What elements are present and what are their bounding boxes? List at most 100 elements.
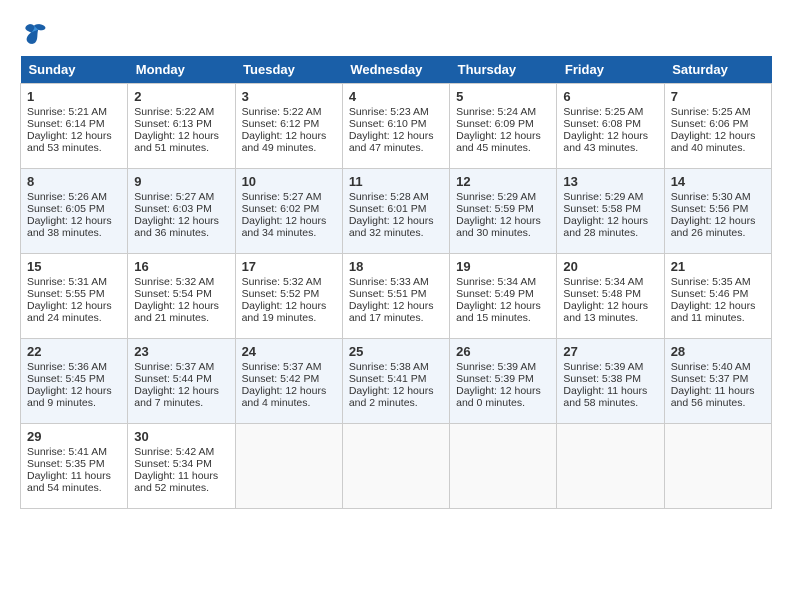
header-row: SundayMondayTuesdayWednesdayThursdayFrid… — [21, 56, 772, 84]
day-number: 1 — [27, 89, 121, 104]
calendar-cell: 1 Sunrise: 5:21 AM Sunset: 6:14 PM Dayli… — [21, 84, 128, 169]
sunset-text: Sunset: 6:01 PM — [349, 203, 427, 215]
sunset-text: Sunset: 6:12 PM — [242, 118, 320, 130]
daylight-label: Daylight: 11 hours and 56 minutes. — [671, 385, 755, 409]
daylight-label: Daylight: 12 hours and 13 minutes. — [563, 300, 648, 324]
calendar-cell: 26 Sunrise: 5:39 AM Sunset: 5:39 PM Dayl… — [450, 339, 557, 424]
day-number: 20 — [563, 259, 657, 274]
calendar-cell: 7 Sunrise: 5:25 AM Sunset: 6:06 PM Dayli… — [664, 84, 771, 169]
day-number: 13 — [563, 174, 657, 189]
daylight-label: Daylight: 12 hours and 26 minutes. — [671, 215, 756, 239]
calendar-cell: 30 Sunrise: 5:42 AM Sunset: 5:34 PM Dayl… — [128, 424, 235, 509]
day-number: 11 — [349, 174, 443, 189]
sunrise-text: Sunrise: 5:41 AM — [27, 446, 107, 458]
sunset-text: Sunset: 6:03 PM — [134, 203, 212, 215]
daylight-label: Daylight: 12 hours and 36 minutes. — [134, 215, 219, 239]
day-number: 5 — [456, 89, 550, 104]
page-header — [20, 20, 772, 48]
daylight-label: Daylight: 12 hours and 53 minutes. — [27, 130, 112, 154]
daylight-label: Daylight: 11 hours and 54 minutes. — [27, 470, 111, 494]
logo — [20, 20, 52, 48]
week-row-1: 1 Sunrise: 5:21 AM Sunset: 6:14 PM Dayli… — [21, 84, 772, 169]
daylight-label: Daylight: 12 hours and 40 minutes. — [671, 130, 756, 154]
sunrise-text: Sunrise: 5:25 AM — [563, 106, 643, 118]
sunset-text: Sunset: 6:06 PM — [671, 118, 749, 130]
calendar-cell — [557, 424, 664, 509]
sunset-text: Sunset: 5:44 PM — [134, 373, 212, 385]
sunset-text: Sunset: 6:14 PM — [27, 118, 105, 130]
daylight-label: Daylight: 12 hours and 32 minutes. — [349, 215, 434, 239]
sunrise-text: Sunrise: 5:35 AM — [671, 276, 751, 288]
sunrise-text: Sunrise: 5:39 AM — [456, 361, 536, 373]
col-header-sunday: Sunday — [21, 56, 128, 84]
calendar-cell: 21 Sunrise: 5:35 AM Sunset: 5:46 PM Dayl… — [664, 254, 771, 339]
sunset-text: Sunset: 6:10 PM — [349, 118, 427, 130]
calendar-cell: 5 Sunrise: 5:24 AM Sunset: 6:09 PM Dayli… — [450, 84, 557, 169]
sunset-text: Sunset: 6:08 PM — [563, 118, 641, 130]
sunrise-text: Sunrise: 5:37 AM — [242, 361, 322, 373]
col-header-thursday: Thursday — [450, 56, 557, 84]
calendar-cell: 3 Sunrise: 5:22 AM Sunset: 6:12 PM Dayli… — [235, 84, 342, 169]
col-header-tuesday: Tuesday — [235, 56, 342, 84]
sunset-text: Sunset: 5:51 PM — [349, 288, 427, 300]
calendar-cell: 4 Sunrise: 5:23 AM Sunset: 6:10 PM Dayli… — [342, 84, 449, 169]
day-number: 30 — [134, 429, 228, 444]
calendar-cell: 23 Sunrise: 5:37 AM Sunset: 5:44 PM Dayl… — [128, 339, 235, 424]
daylight-label: Daylight: 12 hours and 7 minutes. — [134, 385, 219, 409]
sunset-text: Sunset: 5:45 PM — [27, 373, 105, 385]
calendar-cell: 16 Sunrise: 5:32 AM Sunset: 5:54 PM Dayl… — [128, 254, 235, 339]
sunset-text: Sunset: 5:34 PM — [134, 458, 212, 470]
daylight-label: Daylight: 12 hours and 2 minutes. — [349, 385, 434, 409]
sunset-text: Sunset: 5:42 PM — [242, 373, 320, 385]
week-row-2: 8 Sunrise: 5:26 AM Sunset: 6:05 PM Dayli… — [21, 169, 772, 254]
sunrise-text: Sunrise: 5:25 AM — [671, 106, 751, 118]
daylight-label: Daylight: 12 hours and 15 minutes. — [456, 300, 541, 324]
calendar-cell: 28 Sunrise: 5:40 AM Sunset: 5:37 PM Dayl… — [664, 339, 771, 424]
sunrise-text: Sunrise: 5:42 AM — [134, 446, 214, 458]
sunset-text: Sunset: 5:49 PM — [456, 288, 534, 300]
sunrise-text: Sunrise: 5:27 AM — [134, 191, 214, 203]
sunrise-text: Sunrise: 5:34 AM — [563, 276, 643, 288]
sunrise-text: Sunrise: 5:38 AM — [349, 361, 429, 373]
week-row-4: 22 Sunrise: 5:36 AM Sunset: 5:45 PM Dayl… — [21, 339, 772, 424]
calendar-cell: 24 Sunrise: 5:37 AM Sunset: 5:42 PM Dayl… — [235, 339, 342, 424]
sunset-text: Sunset: 5:39 PM — [456, 373, 534, 385]
daylight-label: Daylight: 12 hours and 47 minutes. — [349, 130, 434, 154]
calendar-cell: 12 Sunrise: 5:29 AM Sunset: 5:59 PM Dayl… — [450, 169, 557, 254]
daylight-label: Daylight: 11 hours and 52 minutes. — [134, 470, 218, 494]
day-number: 16 — [134, 259, 228, 274]
calendar-cell: 11 Sunrise: 5:28 AM Sunset: 6:01 PM Dayl… — [342, 169, 449, 254]
calendar-cell: 20 Sunrise: 5:34 AM Sunset: 5:48 PM Dayl… — [557, 254, 664, 339]
calendar-cell: 29 Sunrise: 5:41 AM Sunset: 5:35 PM Dayl… — [21, 424, 128, 509]
calendar-cell: 22 Sunrise: 5:36 AM Sunset: 5:45 PM Dayl… — [21, 339, 128, 424]
day-number: 8 — [27, 174, 121, 189]
day-number: 17 — [242, 259, 336, 274]
sunrise-text: Sunrise: 5:22 AM — [242, 106, 322, 118]
sunset-text: Sunset: 5:38 PM — [563, 373, 641, 385]
sunset-text: Sunset: 5:37 PM — [671, 373, 749, 385]
col-header-friday: Friday — [557, 56, 664, 84]
daylight-label: Daylight: 12 hours and 17 minutes. — [349, 300, 434, 324]
day-number: 18 — [349, 259, 443, 274]
sunset-text: Sunset: 6:09 PM — [456, 118, 534, 130]
sunrise-text: Sunrise: 5:31 AM — [27, 276, 107, 288]
sunrise-text: Sunrise: 5:36 AM — [27, 361, 107, 373]
sunset-text: Sunset: 6:05 PM — [27, 203, 105, 215]
sunrise-text: Sunrise: 5:27 AM — [242, 191, 322, 203]
calendar-cell: 17 Sunrise: 5:32 AM Sunset: 5:52 PM Dayl… — [235, 254, 342, 339]
daylight-label: Daylight: 12 hours and 0 minutes. — [456, 385, 541, 409]
day-number: 6 — [563, 89, 657, 104]
sunrise-text: Sunrise: 5:28 AM — [349, 191, 429, 203]
daylight-label: Daylight: 12 hours and 24 minutes. — [27, 300, 112, 324]
day-number: 22 — [27, 344, 121, 359]
calendar-cell: 6 Sunrise: 5:25 AM Sunset: 6:08 PM Dayli… — [557, 84, 664, 169]
day-number: 15 — [27, 259, 121, 274]
day-number: 12 — [456, 174, 550, 189]
daylight-label: Daylight: 12 hours and 38 minutes. — [27, 215, 112, 239]
day-number: 3 — [242, 89, 336, 104]
calendar-cell: 10 Sunrise: 5:27 AM Sunset: 6:02 PM Dayl… — [235, 169, 342, 254]
sunrise-text: Sunrise: 5:29 AM — [563, 191, 643, 203]
day-number: 23 — [134, 344, 228, 359]
sunset-text: Sunset: 5:55 PM — [27, 288, 105, 300]
daylight-label: Daylight: 12 hours and 51 minutes. — [134, 130, 219, 154]
